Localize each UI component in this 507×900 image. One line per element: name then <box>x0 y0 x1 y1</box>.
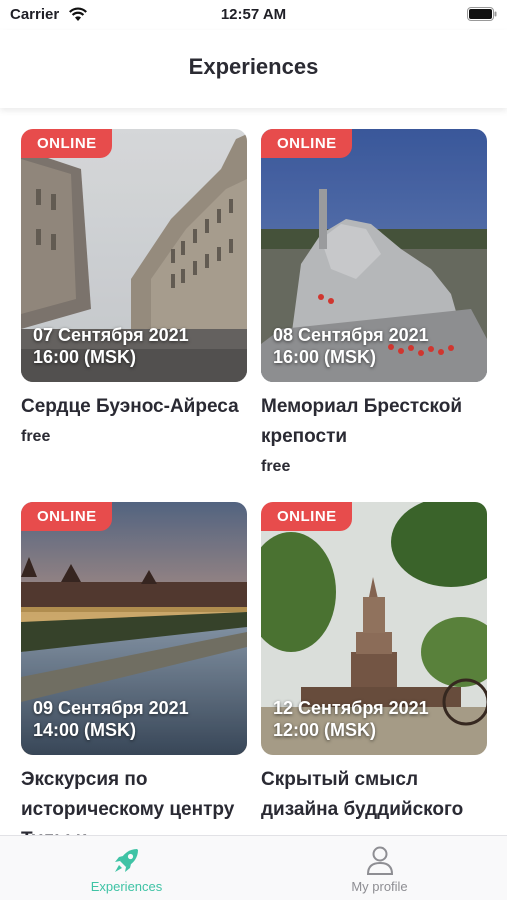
tab-label: My profile <box>351 879 408 894</box>
tab-label: Experiences <box>90 879 163 894</box>
experience-title[interactable]: Сердце Буэнос-Айреса <box>21 392 247 422</box>
experience-card[interactable]: ONLINE 08 Сентября 2021 16:00 (MSK) Мемо… <box>261 129 487 476</box>
experience-image[interactable]: ONLINE 12 Сентября 2021 12:00 (MSK) <box>261 502 487 755</box>
experience-title[interactable]: Мемориал Брестской крепости <box>261 392 487 452</box>
experience-time: 12:00 (MSK) <box>273 720 377 740</box>
online-badge: ONLINE <box>21 502 112 531</box>
experience-image[interactable]: ONLINE 07 Сентября 2021 16:00 (MSK) <box>21 129 247 382</box>
navigation-bar: Experiences <box>0 30 507 108</box>
experience-time: 16:00 (MSK) <box>273 347 377 367</box>
experience-datetime: 08 Сентября 2021 16:00 (MSK) <box>273 324 429 368</box>
status-bar: Carrier 12:57 AM <box>0 0 507 30</box>
online-badge: ONLINE <box>261 502 352 531</box>
page-title: Experiences <box>188 54 319 79</box>
experience-datetime: 07 Сентября 2021 16:00 (MSK) <box>33 324 189 368</box>
online-badge: ONLINE <box>261 129 352 158</box>
online-badge: ONLINE <box>21 129 112 158</box>
experience-title[interactable]: Скрытый смысл дизайна буддийского <box>261 765 487 825</box>
experience-price: free <box>21 428 51 445</box>
experience-price: free <box>261 458 291 475</box>
experience-date: 12 Сентября 2021 <box>273 698 429 718</box>
experience-card[interactable]: ONLINE 12 Сентября 2021 12:00 (MSK) Скры… <box>261 502 487 825</box>
tab-bar: Experiences My profile <box>0 835 507 900</box>
experience-image[interactable]: ONLINE 08 Сентября 2021 16:00 (MSK) <box>261 129 487 382</box>
experience-date: 09 Сентября 2021 <box>33 698 189 718</box>
experience-date: 08 Сентября 2021 <box>273 325 429 345</box>
tab-my-profile[interactable]: My profile <box>253 836 506 900</box>
experiences-grid[interactable]: ONLINE 07 Сентября 2021 16:00 (MSK) Серд… <box>0 108 507 835</box>
experience-datetime: 09 Сентября 2021 14:00 (MSK) <box>33 697 189 741</box>
tab-experiences[interactable]: Experiences <box>0 836 253 900</box>
experience-image[interactable]: ONLINE 09 Сентября 2021 14:00 (MSK) <box>21 502 247 755</box>
rocket-icon <box>115 849 138 872</box>
person-icon <box>366 846 394 875</box>
experience-time: 16:00 (MSK) <box>33 347 137 367</box>
experience-time: 14:00 (MSK) <box>33 720 137 740</box>
experience-date: 07 Сентября 2021 <box>33 325 189 345</box>
battery-icon <box>467 7 497 21</box>
experience-title[interactable]: Экскурсия по историческому центру Тулы и <box>21 765 247 835</box>
experience-card[interactable]: ONLINE 07 Сентября 2021 16:00 (MSK) Серд… <box>21 129 247 446</box>
experience-datetime: 12 Сентября 2021 12:00 (MSK) <box>273 697 429 741</box>
status-time: 12:57 AM <box>220 6 287 23</box>
experience-card[interactable]: ONLINE 09 Сентября 2021 14:00 (MSK) Экск… <box>21 502 247 835</box>
